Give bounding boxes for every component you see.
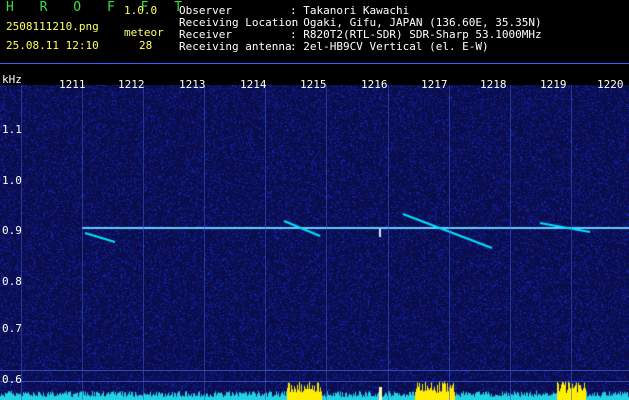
header-panel: H R O F F T 1.0.0 2508111210.png meteor … [0, 0, 629, 62]
reference-line [0, 381, 629, 382]
y-tick-label: 0.7 [2, 322, 22, 335]
header-divider [0, 63, 629, 64]
app-logo: H R O F F T [6, 0, 192, 15]
y-tick-label: 1.1 [2, 123, 22, 136]
waterfall-spectrogram [0, 85, 629, 400]
file-name: 2508111210.png [6, 20, 99, 33]
grid-line [571, 85, 572, 400]
file-datetime: 25.08.11 12:10 [6, 39, 99, 52]
x-tick-label: 1216 [361, 78, 388, 91]
grid-line [82, 85, 83, 400]
x-tick-label: 1217 [421, 78, 448, 91]
reference-line [0, 370, 629, 371]
app-version: 1.0.0 [124, 4, 158, 17]
x-tick-label: 1218 [480, 78, 507, 91]
y-tick-label: 0.9 [2, 224, 22, 237]
x-tick-label: 1220 [597, 78, 624, 91]
info-value-antenna: : 2el-HB9CV Vertical (el. E-W) [290, 40, 489, 53]
grid-line [449, 85, 450, 400]
x-tick-label: 1214 [240, 78, 267, 91]
grid-line [510, 85, 511, 400]
grid-line [143, 85, 144, 400]
x-tick-label: 1212 [118, 78, 145, 91]
grid-line [326, 85, 327, 400]
info-key-antenna: Receiving antenna [179, 40, 292, 53]
grid-line [265, 85, 266, 400]
y-tick-label: 0.8 [2, 275, 22, 288]
x-tick-label: 1211 [59, 78, 86, 91]
y-tick-label: 1.0 [2, 174, 22, 187]
meteor-label: meteor [124, 26, 164, 39]
x-tick-label: 1219 [540, 78, 567, 91]
x-tick-label: 1213 [179, 78, 206, 91]
y-tick-label: 0.6 [2, 373, 22, 386]
x-tick-label: 1215 [300, 78, 327, 91]
grid-line [388, 85, 389, 400]
meteor-count: 28 [139, 39, 153, 52]
grid-line [204, 85, 205, 400]
